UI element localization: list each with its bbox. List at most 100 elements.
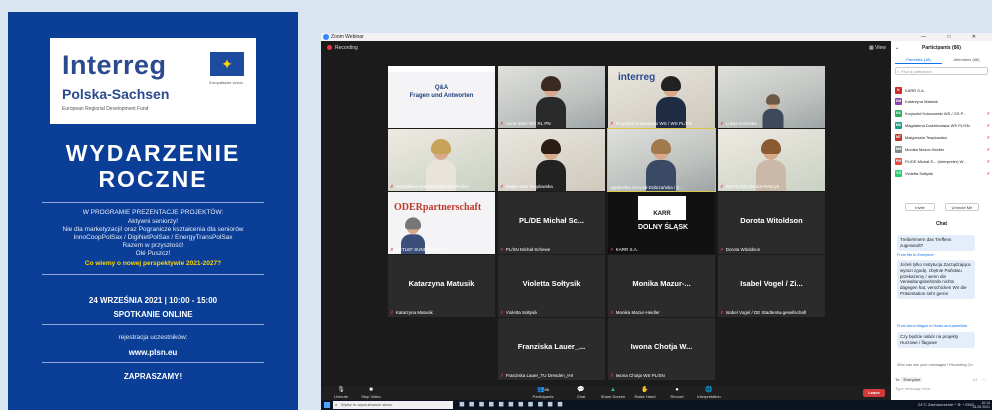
interreg-logo: Interreg Polska-Sachsen European Regiona… <box>50 38 256 124</box>
chat-message: Jeżeli tylko Instytucja Zarządzająca wyr… <box>897 260 975 299</box>
video-tile[interactable]: ✗ Magdalena Dudzikowska WS PL/SN <box>388 129 495 191</box>
participant-row[interactable]: KM Katarzyna Matusik <box>895 98 990 107</box>
zoom-app-icon <box>323 34 329 40</box>
video-tile[interactable]: Katarzyna Matusik ✗ Katarzyna Matusik <box>388 255 495 317</box>
mic-muted-icon: ✗ <box>986 147 990 152</box>
mic-muted-icon: ✗ <box>986 123 990 128</box>
who-can-see-notice[interactable]: Who can see your messages? Recording On <box>897 363 973 367</box>
tile-name: PL/SN Michał Schewe <box>505 247 551 252</box>
video-tile[interactable]: ✗ Lukas Kotzerke ... <box>718 66 825 128</box>
leave-button[interactable]: Leave <box>863 389 885 397</box>
find-participant-input[interactable]: ⌕ Find a participant <box>895 67 988 75</box>
tile-display-name: Violetta Sołtysik <box>522 279 581 288</box>
tab-panelists[interactable]: Panelists (18) <box>895 55 942 64</box>
search-icon: ⌕ <box>335 402 338 407</box>
mic-muted-icon: ✗ <box>500 310 504 315</box>
mic-muted-icon: ✗ <box>610 373 614 378</box>
video-tile[interactable]: Franziska Lauer_... ✗ Franziska Lauer_TU … <box>498 318 605 380</box>
system-tray[interactable]: 24°C Zachmurzenie ^ ⊕ ◔ ENG <box>918 400 974 410</box>
tile-name: Agnieszka Cierpiał-Dobrzańska / Z... <box>610 185 684 190</box>
video-tile[interactable]: ✗ WS PL/SN Dorota Pietrzyk <box>718 129 825 191</box>
chat-message-input[interactable]: Type message here... <box>895 386 933 391</box>
chat-tools[interactable]: ☐ ⋯ <box>973 377 988 382</box>
video-tile[interactable]: interreg ✗ Krzysztof Kolanowski WS / WS P… <box>608 66 715 128</box>
tile-name: Katarzyna Matusik <box>395 310 433 315</box>
program-line: InnoCoopPolSax / DigiNetPolSax / EnergyT… <box>73 234 233 241</box>
participant-row[interactable]: KK Krzysztof Kolanowski WS / GS P... ✗ <box>895 110 990 119</box>
record-dot-icon <box>327 45 332 51</box>
participant-row[interactable]: MM Monika Mazur-Heidler ✗ <box>895 146 990 155</box>
taskbar-search-input[interactable]: ⌕ Wpisz tu wyszukiwane słowo <box>333 401 453 409</box>
chat-meta: From Anna Magoń to Hosts and panelists: <box>897 324 968 328</box>
poster-title-line1: WYDARZENIE <box>65 140 241 166</box>
participant-row[interactable]: MT Małgorzata Teoplowska ✗ <box>895 134 990 143</box>
program-line: Olé Puszcz! <box>135 250 171 257</box>
video-tile[interactable]: Iwona Chotja W... ✗ Iwona Chotja WS PL/SN <box>608 318 715 380</box>
slide-header <box>388 66 495 72</box>
tile-name: DETLEF SUNDERMANN <box>395 247 447 252</box>
tab-attendees[interactable]: Attendees (68) <box>943 55 990 64</box>
mic-muted-icon: ✗ <box>390 310 394 315</box>
poster-divider <box>42 202 264 203</box>
mic-muted-icon: ✗ <box>500 373 504 378</box>
event-website: www.plsn.eu <box>128 348 178 357</box>
avatar: MT <box>895 134 902 141</box>
avatar: KK <box>895 110 902 117</box>
video-tile[interactable]: Isabel Vogel / Zi... ✗ Isabel Vogel / DE … <box>718 255 825 317</box>
chevron-down-icon[interactable]: ⌄ <box>895 45 899 51</box>
participant-row[interactable]: VS Violetta Sołtysik ✗ <box>895 170 990 179</box>
invite-button[interactable]: Invite <box>905 203 935 211</box>
taskbar-clock: 10:14 24.09.2021 <box>972 401 990 409</box>
participants-button[interactable]: 👥86 Participants <box>523 386 563 399</box>
recording-indicator[interactable]: Recording <box>327 45 358 51</box>
tile-name: Krzysztof Kolanowski WS / WS PL/SN <box>615 121 693 126</box>
program-line: Razem w przyszłość! <box>122 242 184 249</box>
video-tile[interactable]: PL/DE Michał Sc... ✗ PL/SN Michał Schewe <box>498 192 605 254</box>
video-tile[interactable]: ✗ Anna Stein WS RL PN <box>498 66 605 128</box>
tile-name: Dorota Witoldson <box>725 247 761 252</box>
taskbar-app-icons[interactable]: ◼◼◼◼◼◼◼◼◼◼◼ <box>459 401 567 409</box>
mic-muted-icon: ✗ <box>610 247 614 252</box>
video-tile[interactable]: Violetta Sołtysik ✗ Violetta Sołtysik <box>498 255 605 317</box>
program-line: Nie dla marketyzacji! oraz Pogranicze ks… <box>62 226 244 233</box>
participant-video <box>646 139 676 191</box>
tile-display-name: Dorota Witoldson <box>740 216 803 225</box>
video-tile-slide[interactable]: Q&A Fragen und Antworten <box>388 66 495 128</box>
mic-muted-icon: ✗ <box>720 310 724 315</box>
side-panel: ⌄ Participants (86) Panelists (18) Attend… <box>891 41 992 400</box>
mic-muted-icon: ✗ <box>720 121 724 126</box>
participant-row[interactable]: PM PL/DE Michał S... (Interpreter) W... ✗ <box>895 158 990 167</box>
video-tile-active-speaker[interactable]: Agnieszka Cierpiał-Dobrzańska / Z... <box>607 128 716 192</box>
chat-title: Chat <box>935 221 948 227</box>
video-tile[interactable]: ✗ Małgorzata Teoplowska <box>498 129 605 191</box>
participant-row[interactable]: MD Magdalena Dudzikowska WS PL/SN ✗ <box>895 122 990 131</box>
recipient-select[interactable]: Everyone <box>901 377 923 382</box>
tile-display-name: Iwona Chotja W... <box>630 342 693 351</box>
event-date: 24 WRZEŚNIA 2021 | 10:00 - 15:00 <box>88 296 218 305</box>
program-line-highlight: Co wiemy o nowej perspektywie 2021-2027? <box>84 260 222 267</box>
mic-muted-icon: ✗ <box>986 111 990 116</box>
video-tile[interactable]: ODERpartnerschaft ✗ DETLEF SUNDERMANN <box>388 192 495 254</box>
video-tile[interactable]: KARR DOLNY ŚLĄSK ✗ KARR S.A. <box>608 192 715 254</box>
poster-divider <box>42 362 264 363</box>
chat-message: Treibehmern das Treffens zugesandt? <box>897 235 975 251</box>
stop-video-button[interactable]: ■ Stop Video <box>351 386 391 399</box>
windows-taskbar: ⌕ Wpisz tu wyszukiwane słowo ◼◼◼◼◼◼◼◼◼◼◼ … <box>321 400 992 410</box>
zoom-webinar-window: Zoom Webinar — □ ✕ Recording ▦ View Q&A F… <box>321 33 992 410</box>
mic-muted-icon: ✗ <box>720 184 724 189</box>
dolny-slask-logo: DOLNY ŚLĄSK <box>638 224 689 231</box>
interpretation-button[interactable]: 🌐 Interpretation <box>689 386 729 399</box>
avatar: MM <box>895 146 902 153</box>
chat-message: Czy będzie nabór na projekty Hurzowe / f… <box>897 332 975 348</box>
event-online: SPOTKANIE ONLINE <box>113 310 193 319</box>
tile-display-name: Monika Mazur-... <box>632 279 691 288</box>
video-tile[interactable]: Dorota Witoldson ✗ Dorota Witoldson <box>718 192 825 254</box>
windows-start-icon[interactable] <box>324 402 330 408</box>
participant-row[interactable]: K KARR S.A. <box>895 87 990 96</box>
karr-logo: KARR <box>638 196 686 220</box>
unmute-me-button[interactable]: Unmute Me <box>945 203 979 211</box>
window-controls[interactable]: — □ ✕ <box>921 33 986 41</box>
video-tile[interactable]: Monika Mazur-... ✗ Monika Mazur-Heidler <box>608 255 715 317</box>
view-button[interactable]: ▦ View <box>869 45 886 51</box>
slide-title: Q&A Fragen und Antworten <box>409 85 474 99</box>
